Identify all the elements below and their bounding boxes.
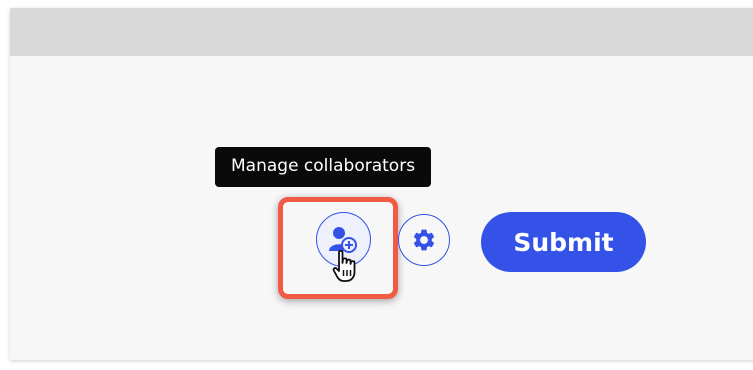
top-bar (10, 8, 753, 56)
manage-collaborators-tooltip: Manage collaborators (215, 147, 432, 187)
gear-icon (413, 229, 435, 251)
app-window: Manage collaborators Submit (10, 8, 753, 360)
settings-button[interactable] (398, 214, 450, 266)
submit-button[interactable]: Submit (481, 212, 646, 272)
hand-pointer-cursor-icon (332, 250, 356, 282)
